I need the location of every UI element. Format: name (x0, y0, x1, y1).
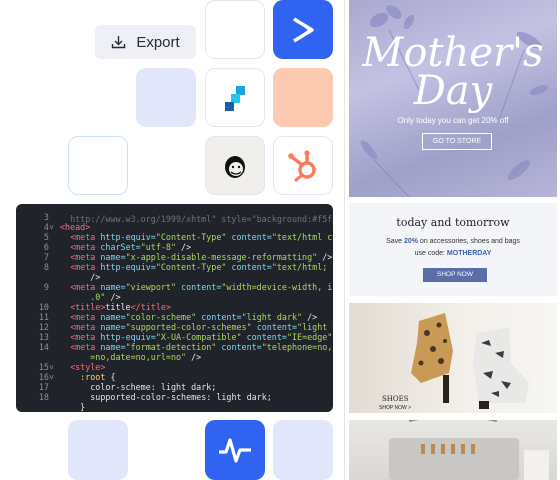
code-text: .0" /> (90, 292, 121, 302)
code-line: 9 <meta name="viewport" content="width=d… (16, 282, 333, 292)
line-number: 12 (38, 322, 54, 332)
promo-block: today and tomorrow Save 20% on accessori… (349, 203, 557, 296)
code-text: color-scheme: light dark; (90, 382, 217, 392)
code-line: 17 color-scheme: light dark; (16, 382, 333, 392)
code-line: /> (16, 272, 333, 282)
code-text: <meta name="viewport" content="width=dev… (70, 282, 333, 292)
analytics-tile[interactable] (205, 420, 265, 480)
hero-title: Mother's Day (362, 30, 544, 114)
handbag-image (389, 420, 549, 480)
placeholder-tile (68, 136, 128, 195)
code-line: 7 <meta name="x-apple-disable-message-re… (16, 252, 333, 262)
line-number (16, 352, 54, 362)
hubspot-tile[interactable] (273, 136, 333, 195)
export-label: Export (136, 33, 180, 51)
code-line: 14 <meta name="format-detection" content… (16, 342, 333, 352)
code-line: } (16, 402, 333, 412)
code-text: supported-color-schemes: light dark; (90, 392, 272, 402)
email-preview[interactable]: Mother's Day Only today you can get 20% … (344, 0, 560, 480)
code-line: 12 <meta name="supported-color-schemes" … (16, 322, 333, 332)
placeholder-tile (273, 68, 333, 127)
boots-image (411, 313, 529, 409)
placeholder-tile (136, 68, 196, 127)
code-text: } (80, 402, 86, 412)
stripo-icon (225, 85, 245, 111)
bag-banner[interactable] (349, 420, 557, 480)
line-number: 17 (38, 382, 54, 392)
code-text: =no,date=no,url=no" /> (90, 352, 202, 362)
code-text: <meta name="x-apple-disable-message-refo… (70, 252, 333, 262)
code-text: <meta http-equiv="Content-Type" content=… (70, 262, 333, 272)
code-line: 6 <meta charSet="utf-8" /> (16, 242, 333, 252)
code-line: 18 supported-color-schemes: light dark; (16, 392, 333, 402)
code-line: =no,date=no,url=no" /> (16, 352, 333, 362)
hero-subtitle: Only today you can get 20% off (397, 116, 509, 125)
line-number: 16˅ (38, 372, 54, 382)
mailchimp-icon (225, 155, 245, 178)
code-line: 11 <meta name="color-scheme" content="li… (16, 312, 333, 322)
line-number: 9 (43, 282, 54, 292)
code-line: 4˅ <head> (16, 222, 333, 232)
code-line: 10 <title>title</title> (16, 302, 333, 312)
go-to-store-button[interactable]: GO TO STORE (422, 133, 492, 150)
line-number: 18 (38, 392, 54, 402)
mailchimp-tile[interactable] (205, 136, 265, 195)
line-number: 14 (38, 342, 54, 352)
code-text: <style> (70, 362, 106, 372)
line-number: 4˅ (43, 222, 54, 232)
shop-now-button[interactable]: SHOP NOW (423, 268, 487, 282)
promo-title: today and tomorrow (396, 216, 510, 229)
code-editor[interactable]: http://www.w3.org/1999/xhtml" style="bac… (16, 204, 333, 412)
line-number: 6 (43, 242, 54, 252)
hero-banner[interactable]: Mother's Day Only today you can get 20% … (349, 0, 557, 197)
code-text: <meta http-equiv="Content-Type" content=… (70, 232, 333, 242)
sendinblue-icon (293, 17, 314, 42)
code-line: 5 <meta http-equiv="Content-Type" conten… (16, 232, 333, 242)
code-line: 16˅ :root { (16, 372, 333, 382)
code-line: 8 <meta http-equiv="Content-Type" conten… (16, 262, 333, 272)
empty-tile (205, 0, 265, 59)
promo-line-1: Save 20% on accessories, shoes and bags (386, 238, 520, 245)
code-text: <title>title</title> (70, 302, 171, 312)
line-number: 7 (43, 252, 54, 262)
code-text: <head> (60, 222, 91, 232)
line-number: 3 (43, 212, 54, 222)
code-line: .0" /> (16, 292, 333, 302)
code-text: <meta name="color-scheme" content="light… (70, 312, 318, 322)
code-text: <meta name="format-detection" content="t… (70, 342, 333, 352)
download-icon (112, 36, 126, 49)
placeholder-tile (273, 420, 333, 480)
line-number (16, 272, 54, 282)
code-line: 15˅ <style> (16, 362, 333, 372)
code-line: 13 <meta http-equiv="X-UA-Compatible" co… (16, 332, 333, 342)
promo-line-2: use code: MOTHERDAY (414, 250, 492, 257)
line-number: 5 (43, 232, 54, 242)
stripo-tile[interactable] (205, 68, 265, 127)
line-number (16, 292, 54, 302)
line-number: 8 (43, 262, 54, 272)
code-text: <meta charSet="utf-8" /> (70, 242, 192, 252)
code-text: <meta name="supported-color-schemes" con… (70, 322, 333, 332)
sendinblue-tile[interactable] (273, 0, 333, 59)
code-line: 3 (16, 212, 333, 222)
line-number: 13 (38, 332, 54, 342)
code-text: /> (90, 272, 101, 282)
shoes-banner[interactable]: SHOES SHOP NOW > (349, 303, 557, 413)
line-number (16, 402, 54, 412)
shoes-title: SHOES (382, 395, 409, 403)
shoes-shop-now-link[interactable]: SHOP NOW > (379, 405, 411, 411)
hubspot-icon (288, 149, 316, 182)
placeholder-tile (68, 420, 128, 480)
line-number: 11 (38, 312, 54, 322)
analytics-pulse-icon (219, 438, 251, 463)
line-number: 15˅ (38, 362, 54, 372)
code-text: :root { (80, 372, 116, 382)
code-text: <meta http-equiv="X-UA-Compatible" conte… (70, 332, 333, 342)
line-number: 10 (38, 302, 54, 312)
export-button[interactable]: Export (95, 25, 196, 59)
